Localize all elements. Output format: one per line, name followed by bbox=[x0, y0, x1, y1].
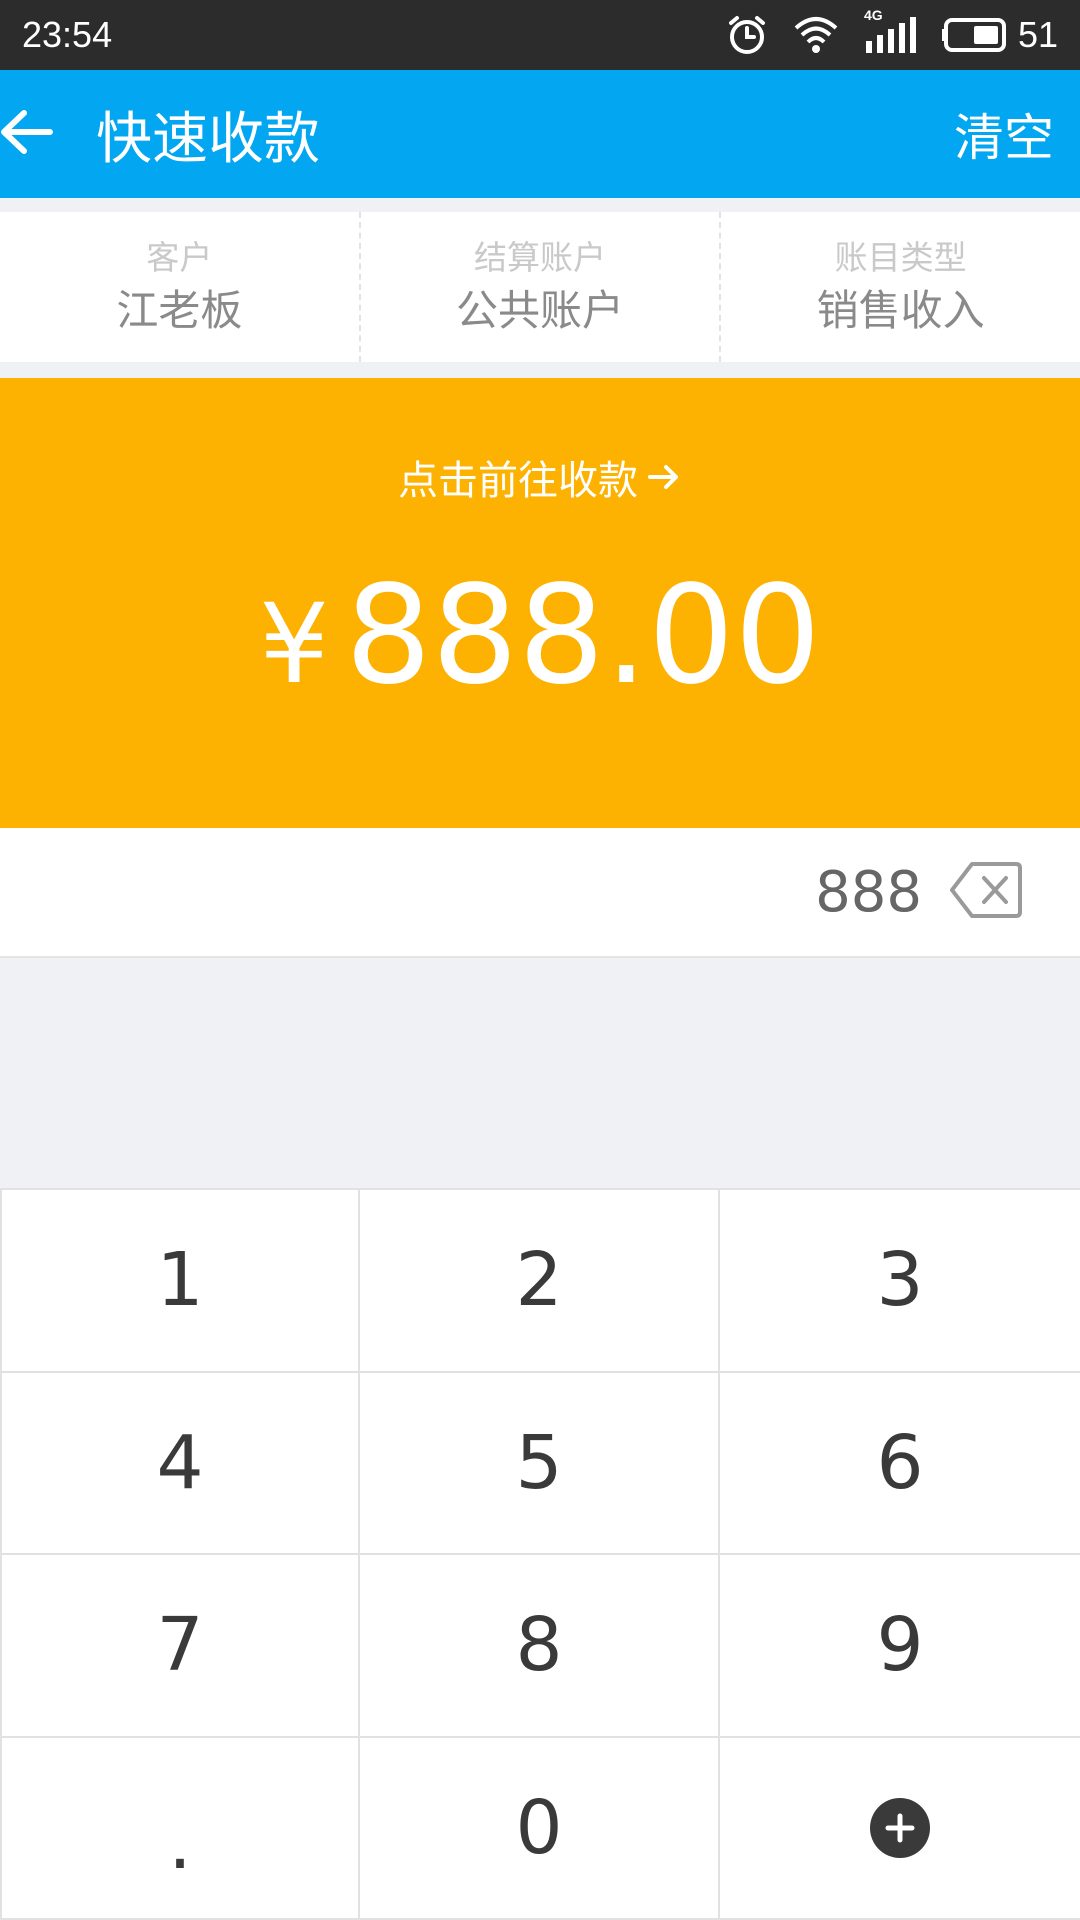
currency-symbol: ¥ bbox=[259, 580, 330, 708]
customer-value: 江老板 bbox=[116, 285, 243, 335]
type-label: 账目类型 bbox=[834, 238, 967, 277]
key-2[interactable]: 2 bbox=[360, 1190, 720, 1373]
status-time: 23:54 bbox=[22, 14, 113, 55]
go-to-payment-label: 点击前往收款 bbox=[398, 458, 638, 504]
numeric-keypad: 1 2 3 4 5 6 7 8 9 . 0 bbox=[0, 1188, 1080, 1920]
key-5[interactable]: 5 bbox=[360, 1372, 720, 1555]
key-dot[interactable]: . bbox=[0, 1737, 360, 1920]
go-to-payment-link[interactable]: 点击前往收款 bbox=[0, 448, 1080, 506]
status-bar: 23:54 4G 51 bbox=[0, 0, 1080, 70]
arrow-left-icon bbox=[0, 107, 54, 161]
plus-circle-icon bbox=[870, 1797, 930, 1858]
amount-display: ¥ 888.00 bbox=[0, 568, 1080, 704]
backspace-icon[interactable] bbox=[948, 860, 1024, 924]
arrow-right-icon bbox=[648, 462, 682, 492]
clear-button[interactable]: 清空 bbox=[954, 70, 1054, 198]
amount-input-row: 888 bbox=[0, 828, 1080, 958]
key-6[interactable]: 6 bbox=[720, 1373, 1080, 1555]
wifi-icon bbox=[794, 16, 838, 54]
battery-level: 51 bbox=[1017, 14, 1058, 55]
account-label: 结算账户 bbox=[474, 238, 606, 277]
key-add[interactable] bbox=[720, 1738, 1080, 1920]
key-9[interactable]: 9 bbox=[720, 1555, 1080, 1738]
back-button[interactable] bbox=[0, 70, 96, 198]
page-title: 快速收款 bbox=[96, 106, 320, 172]
status-icons: 4G 51 bbox=[726, 7, 1058, 56]
key-8[interactable]: 8 bbox=[360, 1555, 720, 1738]
type-value: 销售收入 bbox=[816, 285, 985, 335]
network-type: 4G bbox=[863, 7, 883, 23]
account-value: 公共账户 bbox=[456, 285, 625, 335]
alarm-icon bbox=[726, 14, 768, 56]
account-selector[interactable]: 结算账户 公共账户 bbox=[358, 212, 720, 362]
amount-input[interactable]: 888 bbox=[815, 860, 922, 925]
type-selector[interactable]: 账目类型 销售收入 bbox=[719, 212, 1080, 362]
key-3[interactable]: 3 bbox=[720, 1190, 1080, 1373]
customer-selector[interactable]: 客户 江老板 bbox=[0, 212, 359, 362]
battery-icon: 51 bbox=[941, 14, 1058, 56]
key-4[interactable]: 4 bbox=[0, 1372, 360, 1555]
info-row: 客户 江老板 结算账户 公共账户 账目类型 销售收入 bbox=[0, 212, 1080, 362]
key-1[interactable]: 1 bbox=[0, 1190, 360, 1373]
customer-label: 客户 bbox=[146, 238, 213, 277]
amount-value: 888.00 bbox=[345, 557, 821, 715]
signal-icon: 4G bbox=[864, 7, 916, 55]
key-0[interactable]: 0 bbox=[360, 1737, 720, 1920]
key-7[interactable]: 7 bbox=[0, 1555, 360, 1738]
amount-panel: 点击前往收款 ¥ 888.00 bbox=[0, 378, 1080, 828]
app-bar: 快速收款 清空 bbox=[0, 70, 1080, 198]
